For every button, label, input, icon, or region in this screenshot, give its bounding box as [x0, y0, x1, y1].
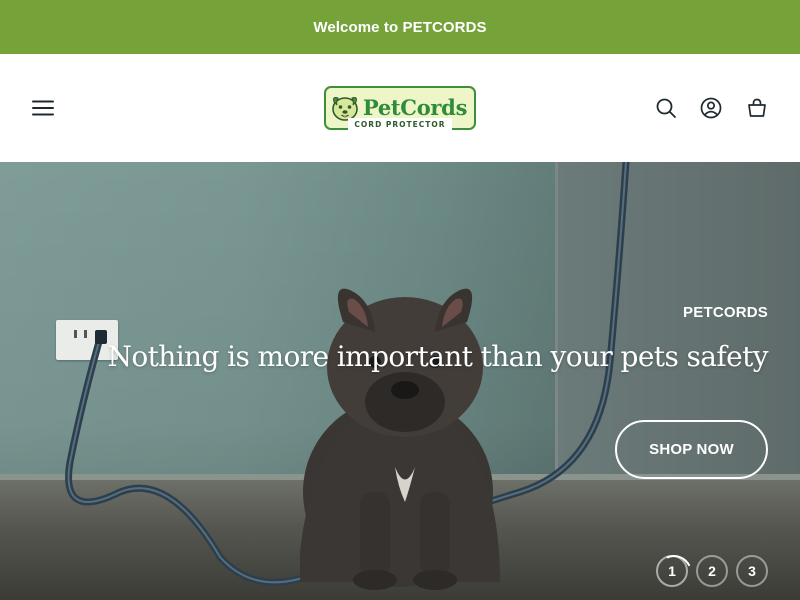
slide-dot-2[interactable]: 2 — [696, 555, 728, 587]
hero-slideshow: PETCORDS Nothing is more important than … — [0, 162, 800, 600]
account-icon[interactable] — [699, 96, 723, 120]
hamburger-menu-icon[interactable] — [30, 96, 56, 120]
logo-tagline: CORD PROTECTOR — [354, 119, 446, 129]
hero-content: PETCORDS Nothing is more important than … — [88, 304, 768, 374]
search-icon[interactable] — [654, 96, 678, 120]
announcement-text: Welcome to PETCORDS — [313, 18, 487, 36]
logo-tagline-box: CORD PROTECTOR — [348, 118, 452, 130]
site-header: PetCords CORD PROTECTOR — [0, 54, 800, 162]
slide-dot-1[interactable]: 1 — [656, 555, 688, 587]
hero-dog-image — [65, 162, 630, 590]
slide-dot-3[interactable]: 3 — [736, 555, 768, 587]
announcement-bar: Welcome to PETCORDS — [0, 0, 800, 54]
hero-headline: Nothing is more important than your pets… — [107, 340, 768, 373]
hero-eyebrow: PETCORDS — [683, 304, 768, 321]
logo-wordmark: PetCords — [362, 95, 468, 120]
cart-icon[interactable] — [745, 96, 769, 120]
shop-now-button[interactable]: SHOP NOW — [615, 420, 768, 479]
